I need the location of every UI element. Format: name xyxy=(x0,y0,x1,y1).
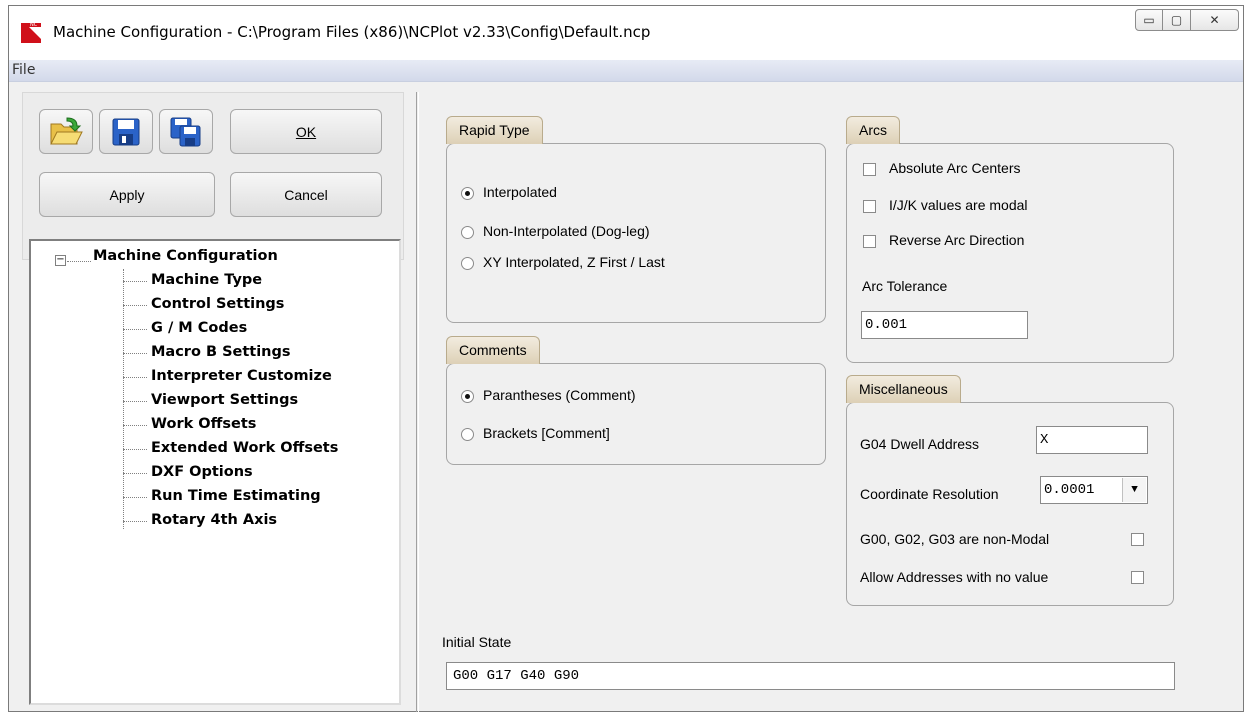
ok-label: OK xyxy=(295,123,317,140)
comments-parentheses-radio[interactable] xyxy=(461,390,474,403)
title-bar: NC Machine Configuration - C:\Program Fi… xyxy=(9,6,1243,60)
ijk-modal-checkbox[interactable] xyxy=(863,200,876,213)
save-as-button[interactable] xyxy=(159,109,213,154)
tree-item-g-m-codes[interactable]: G / M Codes xyxy=(151,320,247,336)
comments-tab: Comments xyxy=(446,336,540,364)
rapid-interpolated-radio[interactable] xyxy=(461,187,474,200)
reverse-arc-direction-checkbox[interactable] xyxy=(863,235,876,248)
tree-root-machine-configuration[interactable]: Machine Configuration xyxy=(93,248,278,264)
tree-item-control-settings[interactable]: Control Settings xyxy=(151,296,284,312)
rapid-interpolated-label: Interpolated xyxy=(483,184,557,200)
cancel-label: Cancel xyxy=(284,186,328,203)
save-as-icon xyxy=(170,117,201,146)
tree-item-run-time-estimating[interactable]: Run Time Estimating xyxy=(151,488,321,504)
ijk-modal-label: I/J/K values are modal xyxy=(889,197,1028,213)
tree-item-interpreter-customize[interactable]: Interpreter Customize xyxy=(151,368,332,384)
arc-tolerance-input[interactable]: 0.001 xyxy=(861,311,1028,339)
g04-dwell-input[interactable]: X xyxy=(1036,426,1148,454)
rapid-non-interpolated-label: Non-Interpolated (Dog-leg) xyxy=(483,223,650,239)
tree-item-work-offsets[interactable]: Work Offsets xyxy=(151,416,256,432)
tree-item-dxf-options[interactable]: DXF Options xyxy=(151,464,253,480)
save-button[interactable] xyxy=(99,109,153,154)
comments-brackets-radio[interactable] xyxy=(461,428,474,441)
close-button[interactable]: ✕ xyxy=(1191,9,1239,31)
absolute-arc-centers-checkbox[interactable] xyxy=(863,163,876,176)
comments-group xyxy=(446,363,826,465)
no-value-checkbox[interactable] xyxy=(1131,571,1144,584)
reverse-arc-direction-label: Reverse Arc Direction xyxy=(889,232,1025,248)
machine-configuration-window: NC Machine Configuration - C:\Program Fi… xyxy=(8,5,1244,712)
g04-dwell-label: G04 Dwell Address xyxy=(860,436,980,452)
settings-tree[interactable]: − Machine Configuration Machine Type Con… xyxy=(29,239,401,705)
comments-parentheses-label: Parantheses (Comment) xyxy=(483,387,636,403)
arcs-tab: Arcs xyxy=(846,116,900,144)
apply-label: Apply xyxy=(109,186,145,203)
arc-tolerance-label: Arc Tolerance xyxy=(862,278,948,294)
tree-item-extended-work-offsets[interactable]: Extended Work Offsets xyxy=(151,440,338,456)
folder-open-icon xyxy=(50,116,83,144)
window-title: Machine Configuration - C:\Program Files… xyxy=(53,23,651,41)
non-modal-label: G00, G02, G03 are non-Modal xyxy=(860,531,1050,547)
ncplot-app-icon: NC xyxy=(21,22,41,43)
absolute-arc-centers-label: Absolute Arc Centers xyxy=(889,160,1021,176)
tree-collapse-icon[interactable]: − xyxy=(55,255,66,266)
rapid-xy-interpolated-label: XY Interpolated, Z First / Last xyxy=(483,254,665,270)
close-icon: ✕ xyxy=(1209,13,1220,27)
rapid-type-tab: Rapid Type xyxy=(446,116,543,144)
rapid-non-interpolated-radio[interactable] xyxy=(461,226,474,239)
menu-bar: File xyxy=(9,60,1243,82)
tree-item-machine-type[interactable]: Machine Type xyxy=(151,272,262,288)
ok-button[interactable]: OK xyxy=(230,109,382,154)
coordinate-resolution-label: Coordinate Resolution xyxy=(860,486,999,502)
panel-splitter[interactable] xyxy=(416,92,419,712)
minimize-button[interactable]: ▭ xyxy=(1135,9,1163,31)
tree-item-viewport-settings[interactable]: Viewport Settings xyxy=(151,392,298,408)
minimize-icon: ▭ xyxy=(1143,13,1155,27)
menu-file[interactable]: File xyxy=(12,62,35,78)
apply-button[interactable]: Apply xyxy=(39,172,215,217)
window-controls: ▭ ▢ ✕ xyxy=(1135,9,1239,33)
comments-brackets-label: Brackets [Comment] xyxy=(483,425,610,441)
save-icon xyxy=(112,118,140,145)
svg-text:NC: NC xyxy=(30,22,38,28)
tree-item-rotary-4th-axis[interactable]: Rotary 4th Axis xyxy=(151,512,277,528)
cancel-button[interactable]: Cancel xyxy=(230,172,382,217)
chevron-down-icon[interactable]: ▼ xyxy=(1122,478,1146,502)
misc-tab: Miscellaneous xyxy=(846,375,961,403)
initial-state-label: Initial State xyxy=(442,634,512,650)
coordinate-resolution-value: 0.0001 xyxy=(1044,482,1095,498)
maximize-icon: ▢ xyxy=(1170,13,1183,27)
tree-item-macro-b-settings[interactable]: Macro B Settings xyxy=(151,344,291,360)
open-button[interactable] xyxy=(39,109,93,154)
rapid-xy-interpolated-radio[interactable] xyxy=(461,257,474,270)
coordinate-resolution-select[interactable]: 0.0001 ▼ xyxy=(1040,476,1148,504)
no-value-label: Allow Addresses with no value xyxy=(860,569,1049,585)
non-modal-checkbox[interactable] xyxy=(1131,533,1144,546)
maximize-button[interactable]: ▢ xyxy=(1163,9,1191,31)
initial-state-input[interactable]: G00 G17 G40 G90 xyxy=(446,662,1175,690)
